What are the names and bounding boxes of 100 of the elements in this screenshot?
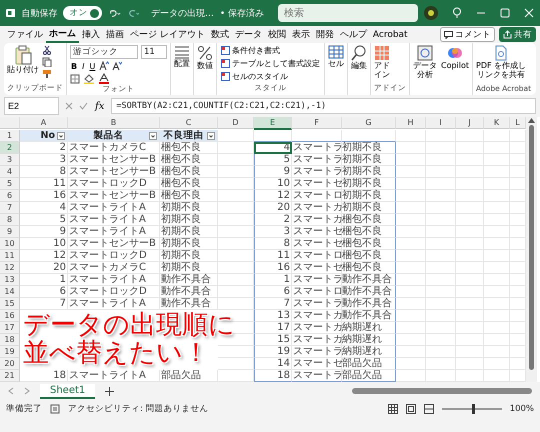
excel-logo-icon[interactable] [6,6,16,20]
grid-cell[interactable] [342,130,396,142]
ribbon-tab[interactable]: Acrobat [370,26,411,42]
grid-cell[interactable] [218,346,254,358]
row-header[interactable]: 17 [0,322,20,334]
grid-cell[interactable] [426,238,456,250]
grid-cell[interactable] [292,130,342,142]
grid-cell[interactable] [396,190,426,202]
zoom-thumb[interactable] [472,404,475,414]
grid-cell[interactable] [484,322,510,334]
grid-cell[interactable] [218,238,254,250]
add-ins-button[interactable]: アド イン [374,45,390,80]
copy-icon[interactable] [42,57,52,67]
grid-cell[interactable] [218,214,254,226]
row-header[interactable]: 13 [0,274,20,286]
styles-icon[interactable] [221,72,230,81]
styles-menu-item[interactable]: 条件付き書式 [220,45,321,56]
grid-cell[interactable] [484,130,510,142]
column-header[interactable]: E [254,117,292,130]
grid-cell[interactable] [426,262,456,274]
underline-button[interactable]: U [88,62,96,70]
grid-cell[interactable] [218,178,254,190]
add-ins-icon[interactable] [374,45,390,61]
grid-cell[interactable] [426,142,456,154]
grid-cell[interactable] [426,130,456,142]
grid-cell[interactable] [396,166,426,178]
grid-cell[interactable] [426,214,456,226]
font-size-dropdown[interactable]: 11 [141,45,167,59]
scroll-up-icon[interactable] [528,117,535,123]
lightbulb-icon[interactable] [452,7,462,19]
grid-cell[interactable] [218,358,254,370]
add-sheet-icon[interactable] [105,386,114,396]
grid-cell[interactable] [484,226,510,238]
grid-cell[interactable] [426,202,456,214]
grid-cell[interactable] [456,286,484,298]
grid-cell[interactable] [456,262,484,274]
grid-cell[interactable] [484,298,510,310]
row-header[interactable]: 15 [0,298,20,310]
grid-cell[interactable] [484,166,510,178]
column-header[interactable]: I [426,117,456,129]
enter-icon[interactable] [79,102,88,110]
grid-cell[interactable] [426,310,456,322]
number-format-button[interactable]: 数値 [197,45,213,70]
ribbon-tab[interactable]: 描画 [103,26,127,42]
row-header[interactable]: 5 [0,178,20,190]
sheet-tab[interactable]: Sheet1 [40,384,96,398]
grid-cell[interactable] [456,166,484,178]
search-field[interactable]: 検索 [278,4,418,22]
grid-cell[interactable] [218,190,254,202]
italic-button[interactable]: I [81,62,86,70]
grid-cell[interactable] [484,214,510,226]
grid-cell[interactable] [484,250,510,262]
format-painter-icon[interactable] [42,69,52,79]
grid-cell[interactable] [218,142,254,154]
grid-cell[interactable] [484,262,510,274]
row-header[interactable]: 19 [0,346,20,358]
row-header[interactable]: 10 [0,238,20,250]
grid-cell[interactable] [218,250,254,262]
autosave-toggle[interactable]: オン [63,6,102,20]
normal-view-icon[interactable] [388,404,398,414]
data-analysis-button[interactable]: データ 分析 [413,45,437,93]
ribbon-tab[interactable]: データ [232,26,265,42]
grid-cell[interactable] [456,298,484,310]
ribbon-tab[interactable]: 表示 [288,26,313,42]
row-header[interactable]: 21 [0,370,20,382]
grid-cell[interactable] [484,154,510,166]
grid-cell[interactable] [456,358,484,370]
grow-font-icon[interactable] [99,61,110,71]
column-header[interactable]: L [510,117,526,129]
grid-cell[interactable] [396,142,426,154]
grid-cell[interactable] [426,250,456,262]
grid-cell[interactable] [456,310,484,322]
row-header[interactable]: 14 [0,286,20,298]
fill-color-icon[interactable] [83,74,95,84]
grid-cell[interactable] [396,334,426,346]
grid-cell[interactable] [218,226,254,238]
font-name-dropdown[interactable]: 游ゴシック [70,45,138,59]
scissors-icon[interactable] [42,45,52,55]
grid-cell[interactable] [484,202,510,214]
macro-icon[interactable] [50,404,60,414]
grid-cell[interactable] [426,190,456,202]
grid-cell[interactable] [218,274,254,286]
grid-cell[interactable] [218,262,254,274]
previous-sheet-icon[interactable] [8,387,14,395]
column-header[interactable]: B [68,117,160,129]
comment-icon[interactable] [444,30,453,38]
comment-button[interactable]: コメント [440,27,495,42]
grid-cell[interactable] [456,226,484,238]
percent-icon[interactable] [197,45,213,61]
accessibility-status[interactable]: アクセシビリティ: 問題ありません [68,402,209,414]
styles-menu-item[interactable]: セルのスタイル [220,71,321,82]
grid-cell[interactable] [218,166,254,178]
grid-cell[interactable] [426,274,456,286]
grid-cell[interactable] [426,166,456,178]
column-header[interactable]: A [20,117,68,129]
row-header[interactable]: 6 [0,190,20,202]
grid-cell[interactable] [456,202,484,214]
row-header[interactable]: 12 [0,262,20,274]
select-all-corner[interactable] [0,117,20,129]
grid-cell[interactable] [426,226,456,238]
